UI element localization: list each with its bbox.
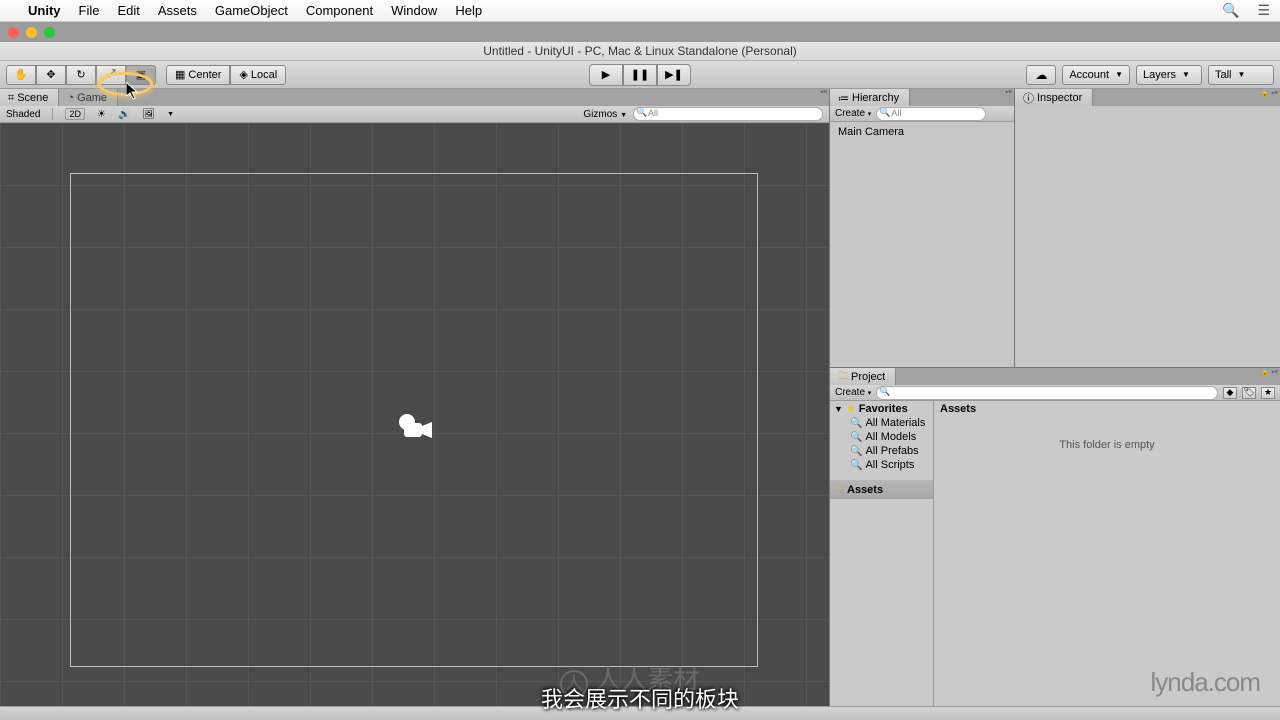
step-button[interactable]: ▶❚ [657, 64, 691, 86]
search-icon: 🔍 [850, 432, 862, 443]
tree-fav-prefabs[interactable]: 🔍All Prefabs [830, 444, 933, 458]
tree-fav-models[interactable]: 🔍All Models [830, 430, 933, 444]
unity-toolbar: ✋ ✥ ↻ ⤢ ▣ ▦Center ◈Local ▶ ❚❚ ▶❚ ☁ Accou… [0, 61, 1280, 89]
transform-tools: ✋ ✥ ↻ ⤢ ▣ [6, 65, 156, 85]
pivot-space-group: ▦Center ◈Local [166, 65, 286, 85]
menu-gameobject[interactable]: GameObject [215, 3, 288, 18]
hierarchy-create-dropdown[interactable]: Create ▾ [835, 108, 871, 119]
macos-menubar: Unity File Edit Assets GameObject Compon… [0, 0, 1280, 22]
tree-assets[interactable]: 🗀Assets [830, 480, 933, 499]
window-controls [0, 22, 1280, 42]
pause-button[interactable]: ❚❚ [623, 64, 657, 86]
tree-favorites[interactable]: ▼★Favorites [830, 401, 933, 416]
hierarchy-item-main-camera[interactable]: Main Camera [838, 126, 1006, 138]
audio-icon[interactable]: 🔊 [118, 109, 130, 120]
folder-icon: 🗀 [838, 369, 848, 386]
tree-fav-scripts[interactable]: 🔍All Scripts [830, 458, 933, 472]
pivot-toggle[interactable]: ▦Center [166, 65, 230, 85]
tab-game[interactable]: ◔Game [59, 89, 118, 106]
menu-window[interactable]: Window [391, 3, 437, 18]
fx-icon[interactable]: 🖼 [142, 109, 155, 120]
close-window-button[interactable] [8, 27, 19, 38]
project-panel: 🗀Project 🔒 ▪≡ Create ▾ ◆ 🏷 ★ ▼★Favorites… [830, 367, 1280, 706]
inspector-panel: ⓘInspector 🔒 ▪≡ [1015, 89, 1280, 367]
shading-dropdown[interactable]: Shaded [6, 109, 40, 120]
lighting-icon[interactable]: ☀ [97, 109, 106, 120]
camera-gizmo-icon[interactable] [396, 411, 436, 446]
search-by-label-icon[interactable]: 🏷 [1242, 387, 1256, 399]
window-title: Untitled - UnityUI - PC, Mac & Linux Sta… [0, 42, 1280, 61]
menu-edit[interactable]: Edit [117, 3, 139, 18]
zoom-window-button[interactable] [44, 27, 55, 38]
empty-folder-label: This folder is empty [934, 439, 1280, 451]
cloud-button[interactable]: ☁ [1026, 65, 1056, 85]
star-icon: ★ [846, 402, 856, 415]
gizmos-dropdown[interactable]: Gizmos ▼ [583, 109, 627, 120]
rotate-tool-button[interactable]: ↻ [66, 65, 96, 85]
play-button[interactable]: ▶ [589, 64, 623, 86]
rect-tool-button[interactable]: ▣ [126, 65, 156, 85]
spotlight-icon[interactable]: 🔍 [1222, 2, 1239, 19]
move-tool-button[interactable]: ✥ [36, 65, 66, 85]
tab-project[interactable]: 🗀Project [830, 368, 896, 385]
hierarchy-panel: ≔Hierarchy ▪≡ Create ▾ All Main Camera [830, 89, 1015, 367]
space-toggle[interactable]: ◈Local [230, 65, 286, 85]
play-controls: ▶ ❚❚ ▶❚ [589, 64, 691, 86]
project-create-dropdown[interactable]: Create ▾ [835, 387, 871, 398]
hierarchy-icon: ≔ [838, 92, 849, 105]
tab-inspector[interactable]: ⓘInspector [1015, 89, 1093, 106]
local-icon: ◈ [239, 68, 247, 81]
account-dropdown[interactable]: Account▼ [1062, 65, 1130, 85]
project-breadcrumb[interactable]: Assets [934, 401, 1280, 417]
scene-icon: ⌗ [8, 92, 14, 105]
fx-dropdown-icon[interactable]: ▼ [167, 111, 174, 118]
project-search-input[interactable] [876, 386, 1218, 400]
center-icon: ▦ [175, 68, 185, 81]
panel-options-icon[interactable]: 🔒 ▪≡ [1261, 368, 1280, 385]
tree-fav-materials[interactable]: 🔍All Materials [830, 416, 933, 430]
scene-view-options: Shaded 2D ☀ 🔊 🖼 ▼ Gizmos ▼ All [0, 106, 829, 123]
search-icon: 🔍 [850, 446, 862, 457]
project-tree[interactable]: ▼★Favorites 🔍All Materials 🔍All Models 🔍… [830, 401, 934, 706]
layers-dropdown[interactable]: Layers▼ [1136, 65, 1202, 85]
menu-file[interactable]: File [79, 3, 100, 18]
tab-hierarchy[interactable]: ≔Hierarchy [830, 89, 910, 106]
minimize-window-button[interactable] [26, 27, 37, 38]
tab-scene[interactable]: ⌗Scene [0, 89, 59, 106]
menu-help[interactable]: Help [455, 3, 482, 18]
panel-options-icon[interactable]: 🔒 ▪≡ [1261, 89, 1280, 106]
search-by-type-icon[interactable]: ◆ [1223, 387, 1237, 399]
hand-tool-button[interactable]: ✋ [6, 65, 36, 85]
folder-icon: 🗀 [834, 481, 844, 498]
chevron-down-icon: ▼ [1182, 70, 1190, 79]
2d-toggle[interactable]: 2D [65, 108, 85, 120]
panel-options-icon[interactable]: ▪≡ [1005, 89, 1014, 106]
project-content[interactable]: Assets This folder is empty [934, 401, 1280, 706]
scale-tool-button[interactable]: ⤢ [96, 65, 126, 85]
layout-dropdown[interactable]: Tall▼ [1208, 65, 1274, 85]
menu-component[interactable]: Component [306, 3, 373, 18]
panel-options-icon[interactable]: ▪≡ [820, 89, 829, 106]
scene-viewport[interactable] [0, 123, 829, 706]
chevron-down-icon: ▼ [1238, 70, 1246, 79]
menu-list-icon[interactable]: ☰ [1257, 2, 1270, 19]
save-search-icon[interactable]: ★ [1261, 387, 1275, 399]
scene-search-input[interactable]: All [633, 107, 823, 121]
inspector-body [1015, 106, 1280, 367]
hierarchy-body[interactable]: Main Camera [830, 122, 1014, 367]
hierarchy-search-input[interactable]: All [876, 107, 986, 121]
search-icon: 🔍 [850, 418, 862, 429]
menu-assets[interactable]: Assets [158, 3, 197, 18]
game-icon: ◔ [67, 92, 74, 104]
search-icon: 🔍 [850, 460, 862, 471]
watermark-lynda: lynda.com [1151, 667, 1261, 698]
video-subtitle: 我会展示不同的板块 [541, 682, 739, 714]
menu-app[interactable]: Unity [28, 3, 61, 18]
inspector-icon: ⓘ [1023, 90, 1034, 106]
scene-panel: ⌗Scene ◔Game ▪≡ Shaded 2D ☀ 🔊 🖼 ▼ Gizmos… [0, 89, 830, 706]
chevron-down-icon: ▼ [1115, 70, 1123, 79]
